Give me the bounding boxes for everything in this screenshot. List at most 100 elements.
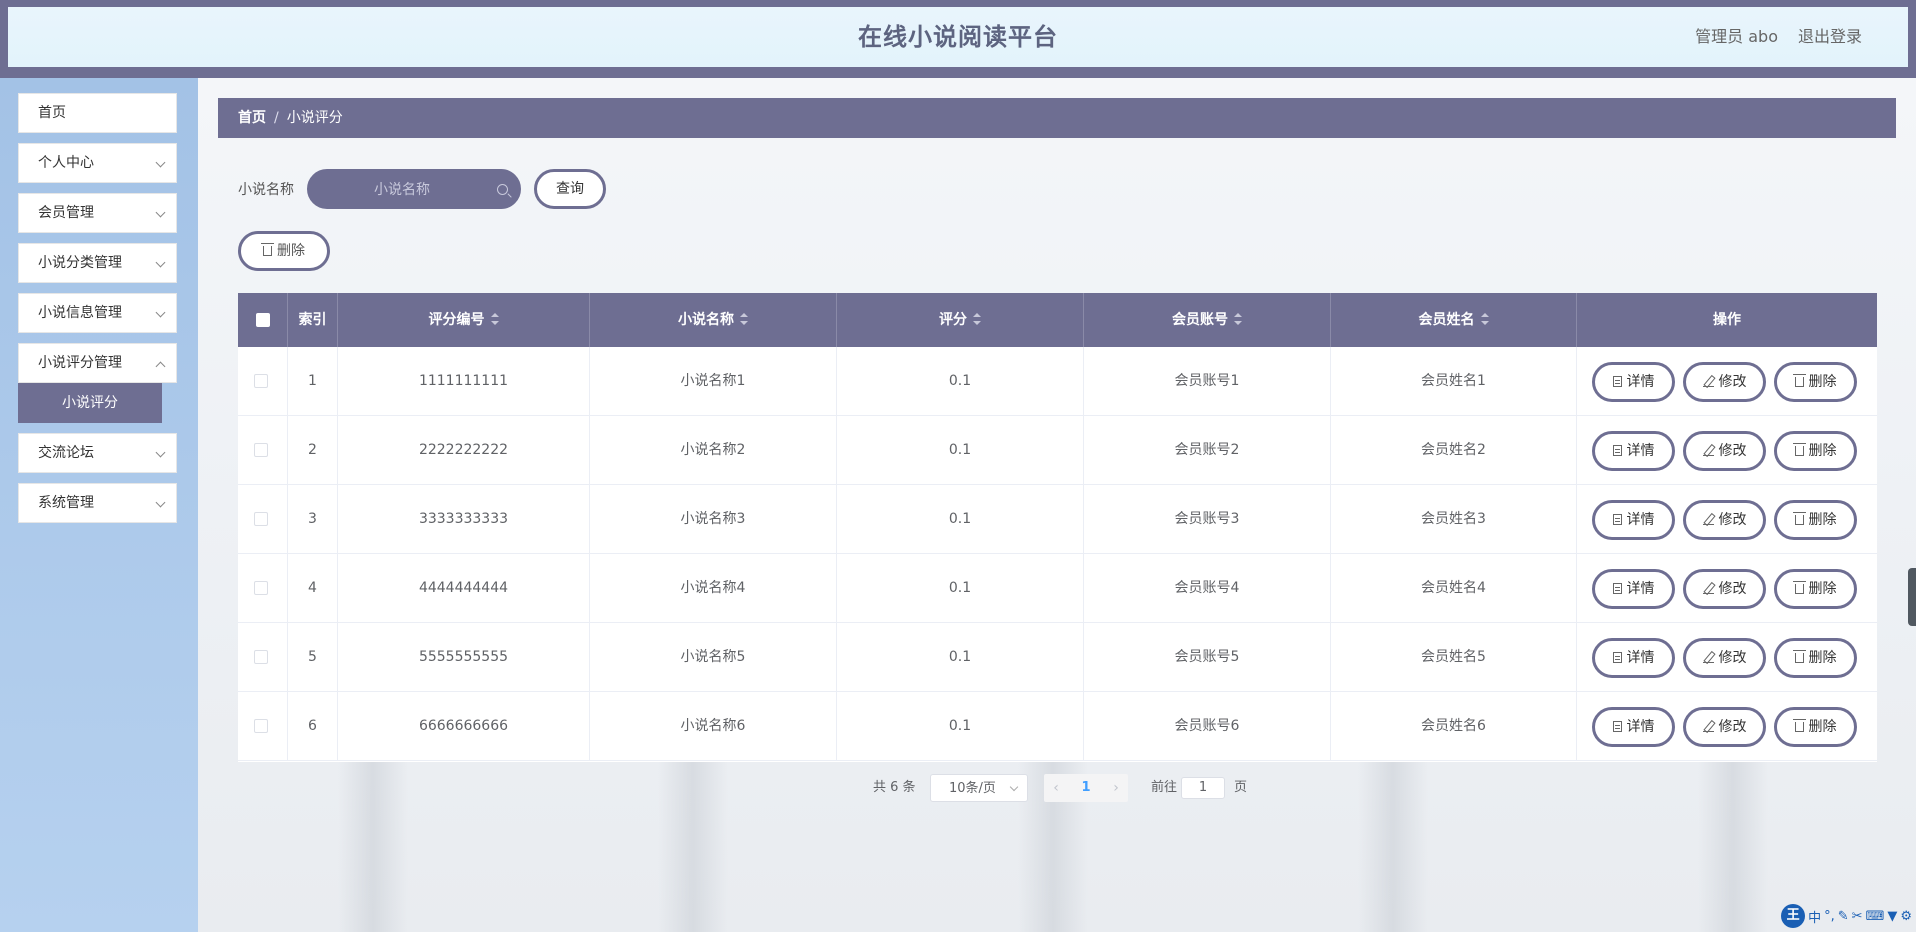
cell-member: 会员姓名5 — [1331, 623, 1577, 692]
delete-button[interactable]: 删除 — [1774, 362, 1857, 402]
edit-label: 修改 — [1718, 719, 1747, 735]
column-header-member-name[interactable]: 会员姓名 — [1331, 293, 1577, 347]
cell-index: 2 — [288, 416, 338, 485]
delete-button[interactable]: 删除 — [1774, 707, 1857, 747]
search-input[interactable]: 小说名称 — [307, 169, 521, 209]
detail-label: 详情 — [1626, 581, 1655, 597]
cell-code: 6666666666 — [338, 692, 590, 761]
sort-icon[interactable] — [490, 313, 499, 325]
sidebar-item-member-management[interactable]: 会员管理 — [18, 193, 177, 233]
search-placeholder: 小说名称 — [374, 182, 430, 198]
prev-page-icon[interactable]: ‹ — [1046, 774, 1066, 802]
edit-button[interactable]: 修改 — [1683, 431, 1766, 471]
delete-button[interactable]: 删除 — [1774, 500, 1857, 540]
query-button[interactable]: 查询 — [534, 169, 606, 209]
delete-button[interactable]: 删除 — [1774, 431, 1857, 471]
sort-icon[interactable] — [973, 313, 981, 325]
sidebar-item-personal-center[interactable]: 个人中心 — [18, 143, 177, 183]
sidebar-item-label: 个人中心 — [38, 155, 94, 171]
search-icon — [497, 184, 508, 195]
table-row: 1 1111111111 小说名称1 0.1 会员账号1 会员姓名1 详情 修改 删除 — [238, 347, 1877, 416]
cell-score: 0.1 — [837, 416, 1084, 485]
batch-delete-label: 删除 — [277, 243, 305, 259]
edit-label: 修改 — [1718, 443, 1747, 459]
delete-label: 删除 — [1808, 719, 1837, 735]
chevron-down-icon — [155, 447, 166, 458]
detail-button[interactable]: 详情 — [1592, 707, 1675, 747]
detail-button[interactable]: 详情 — [1592, 569, 1675, 609]
cell-name: 小说名称2 — [590, 416, 837, 485]
current-user: 管理员 abo — [1695, 27, 1778, 46]
ime-mode[interactable]: 中 — [1808, 907, 1821, 926]
batch-delete-button[interactable]: 删除 — [238, 231, 330, 271]
edit-button[interactable]: 修改 — [1683, 500, 1766, 540]
cell-account: 会员账号2 — [1084, 416, 1331, 485]
sidebar-item-novel-info-management[interactable]: 小说信息管理 — [18, 293, 177, 333]
edit-button[interactable]: 修改 — [1683, 707, 1766, 747]
breadcrumb-home[interactable]: 首页 — [238, 110, 266, 126]
trash-icon — [1792, 512, 1806, 525]
row-checkbox[interactable] — [254, 374, 268, 388]
page-size-select[interactable]: 10条/页 — [930, 774, 1028, 802]
next-page-icon[interactable]: › — [1106, 774, 1126, 802]
ime-badge[interactable]: 王 — [1781, 904, 1806, 928]
column-header-score[interactable]: 评分 — [837, 293, 1084, 347]
sort-icon[interactable] — [740, 313, 748, 325]
sort-icon[interactable] — [1234, 313, 1242, 325]
row-checkbox[interactable] — [254, 581, 268, 595]
sidebar-item-rating-management[interactable]: 小说评分管理 — [18, 343, 177, 383]
delete-label: 删除 — [1808, 374, 1837, 390]
edit-button[interactable]: 修改 — [1683, 638, 1766, 678]
cell-score: 0.1 — [837, 623, 1084, 692]
row-checkbox[interactable] — [254, 719, 268, 733]
row-actions-cell: 详情 修改 删除 — [1577, 416, 1877, 485]
ime-handwrite-icon[interactable]: ✎ — [1838, 909, 1849, 924]
detail-button[interactable]: 详情 — [1592, 362, 1675, 402]
ime-settings-icon[interactable]: ⚙ — [1900, 909, 1912, 924]
current-page[interactable]: 1 — [1074, 774, 1098, 802]
document-icon — [1612, 652, 1622, 663]
row-checkbox[interactable] — [254, 512, 268, 526]
detail-button[interactable]: 详情 — [1592, 431, 1675, 471]
detail-button[interactable]: 详情 — [1592, 500, 1675, 540]
floating-side-tab[interactable] — [1908, 568, 1916, 626]
ime-toolbar: 王 中 °, ✎ ✂ ⌨ ▼ ⚙ — [1781, 904, 1912, 928]
delete-button[interactable]: 删除 — [1774, 638, 1857, 678]
detail-button[interactable]: 详情 — [1592, 638, 1675, 678]
edit-button[interactable]: 修改 — [1683, 362, 1766, 402]
ime-punctuation-icon[interactable]: °, — [1824, 909, 1835, 924]
column-header-member-account[interactable]: 会员账号 — [1084, 293, 1331, 347]
ime-scissors-icon[interactable]: ✂ — [1852, 909, 1863, 924]
pencil-icon — [1702, 445, 1714, 456]
column-header-novel-name[interactable]: 小说名称 — [590, 293, 837, 347]
cell-name: 小说名称1 — [590, 347, 837, 416]
row-checkbox[interactable] — [254, 650, 268, 664]
pencil-icon — [1702, 721, 1714, 732]
breadcrumb: 首页 / 小说评分 — [218, 98, 1896, 138]
ime-keyboard-icon[interactable]: ⌨ — [1866, 909, 1885, 924]
cell-account: 会员账号1 — [1084, 347, 1331, 416]
page-size-value: 10条/页 — [949, 781, 996, 796]
edit-button[interactable]: 修改 — [1683, 569, 1766, 609]
cell-score: 0.1 — [837, 692, 1084, 761]
sidebar-subitem-novel-rating[interactable]: 小说评分 — [18, 383, 162, 423]
cell-name: 小说名称3 — [590, 485, 837, 554]
column-header-rating-code[interactable]: 评分编号 — [338, 293, 590, 347]
sidebar-item-system-management[interactable]: 系统管理 — [18, 483, 177, 523]
sidebar-item-label: 会员管理 — [38, 205, 94, 221]
column-header-label: 小说名称 — [678, 312, 734, 328]
row-checkbox[interactable] — [254, 443, 268, 457]
edit-label: 修改 — [1718, 650, 1747, 666]
goto-page-input[interactable]: 1 — [1181, 777, 1225, 799]
sidebar-item-category-management[interactable]: 小说分类管理 — [18, 243, 177, 283]
logout-link[interactable]: 退出登录 — [1798, 7, 1862, 67]
select-all-checkbox[interactable] — [256, 313, 270, 327]
cell-index: 4 — [288, 554, 338, 623]
sidebar-item-home[interactable]: 首页 — [18, 93, 177, 133]
row-actions-cell: 详情 修改 删除 — [1577, 485, 1877, 554]
ime-skin-icon[interactable]: ▼ — [1887, 909, 1897, 924]
delete-button[interactable]: 删除 — [1774, 569, 1857, 609]
pencil-icon — [1702, 652, 1714, 663]
sidebar-item-forum[interactable]: 交流论坛 — [18, 433, 177, 473]
sort-icon[interactable] — [1480, 313, 1489, 325]
